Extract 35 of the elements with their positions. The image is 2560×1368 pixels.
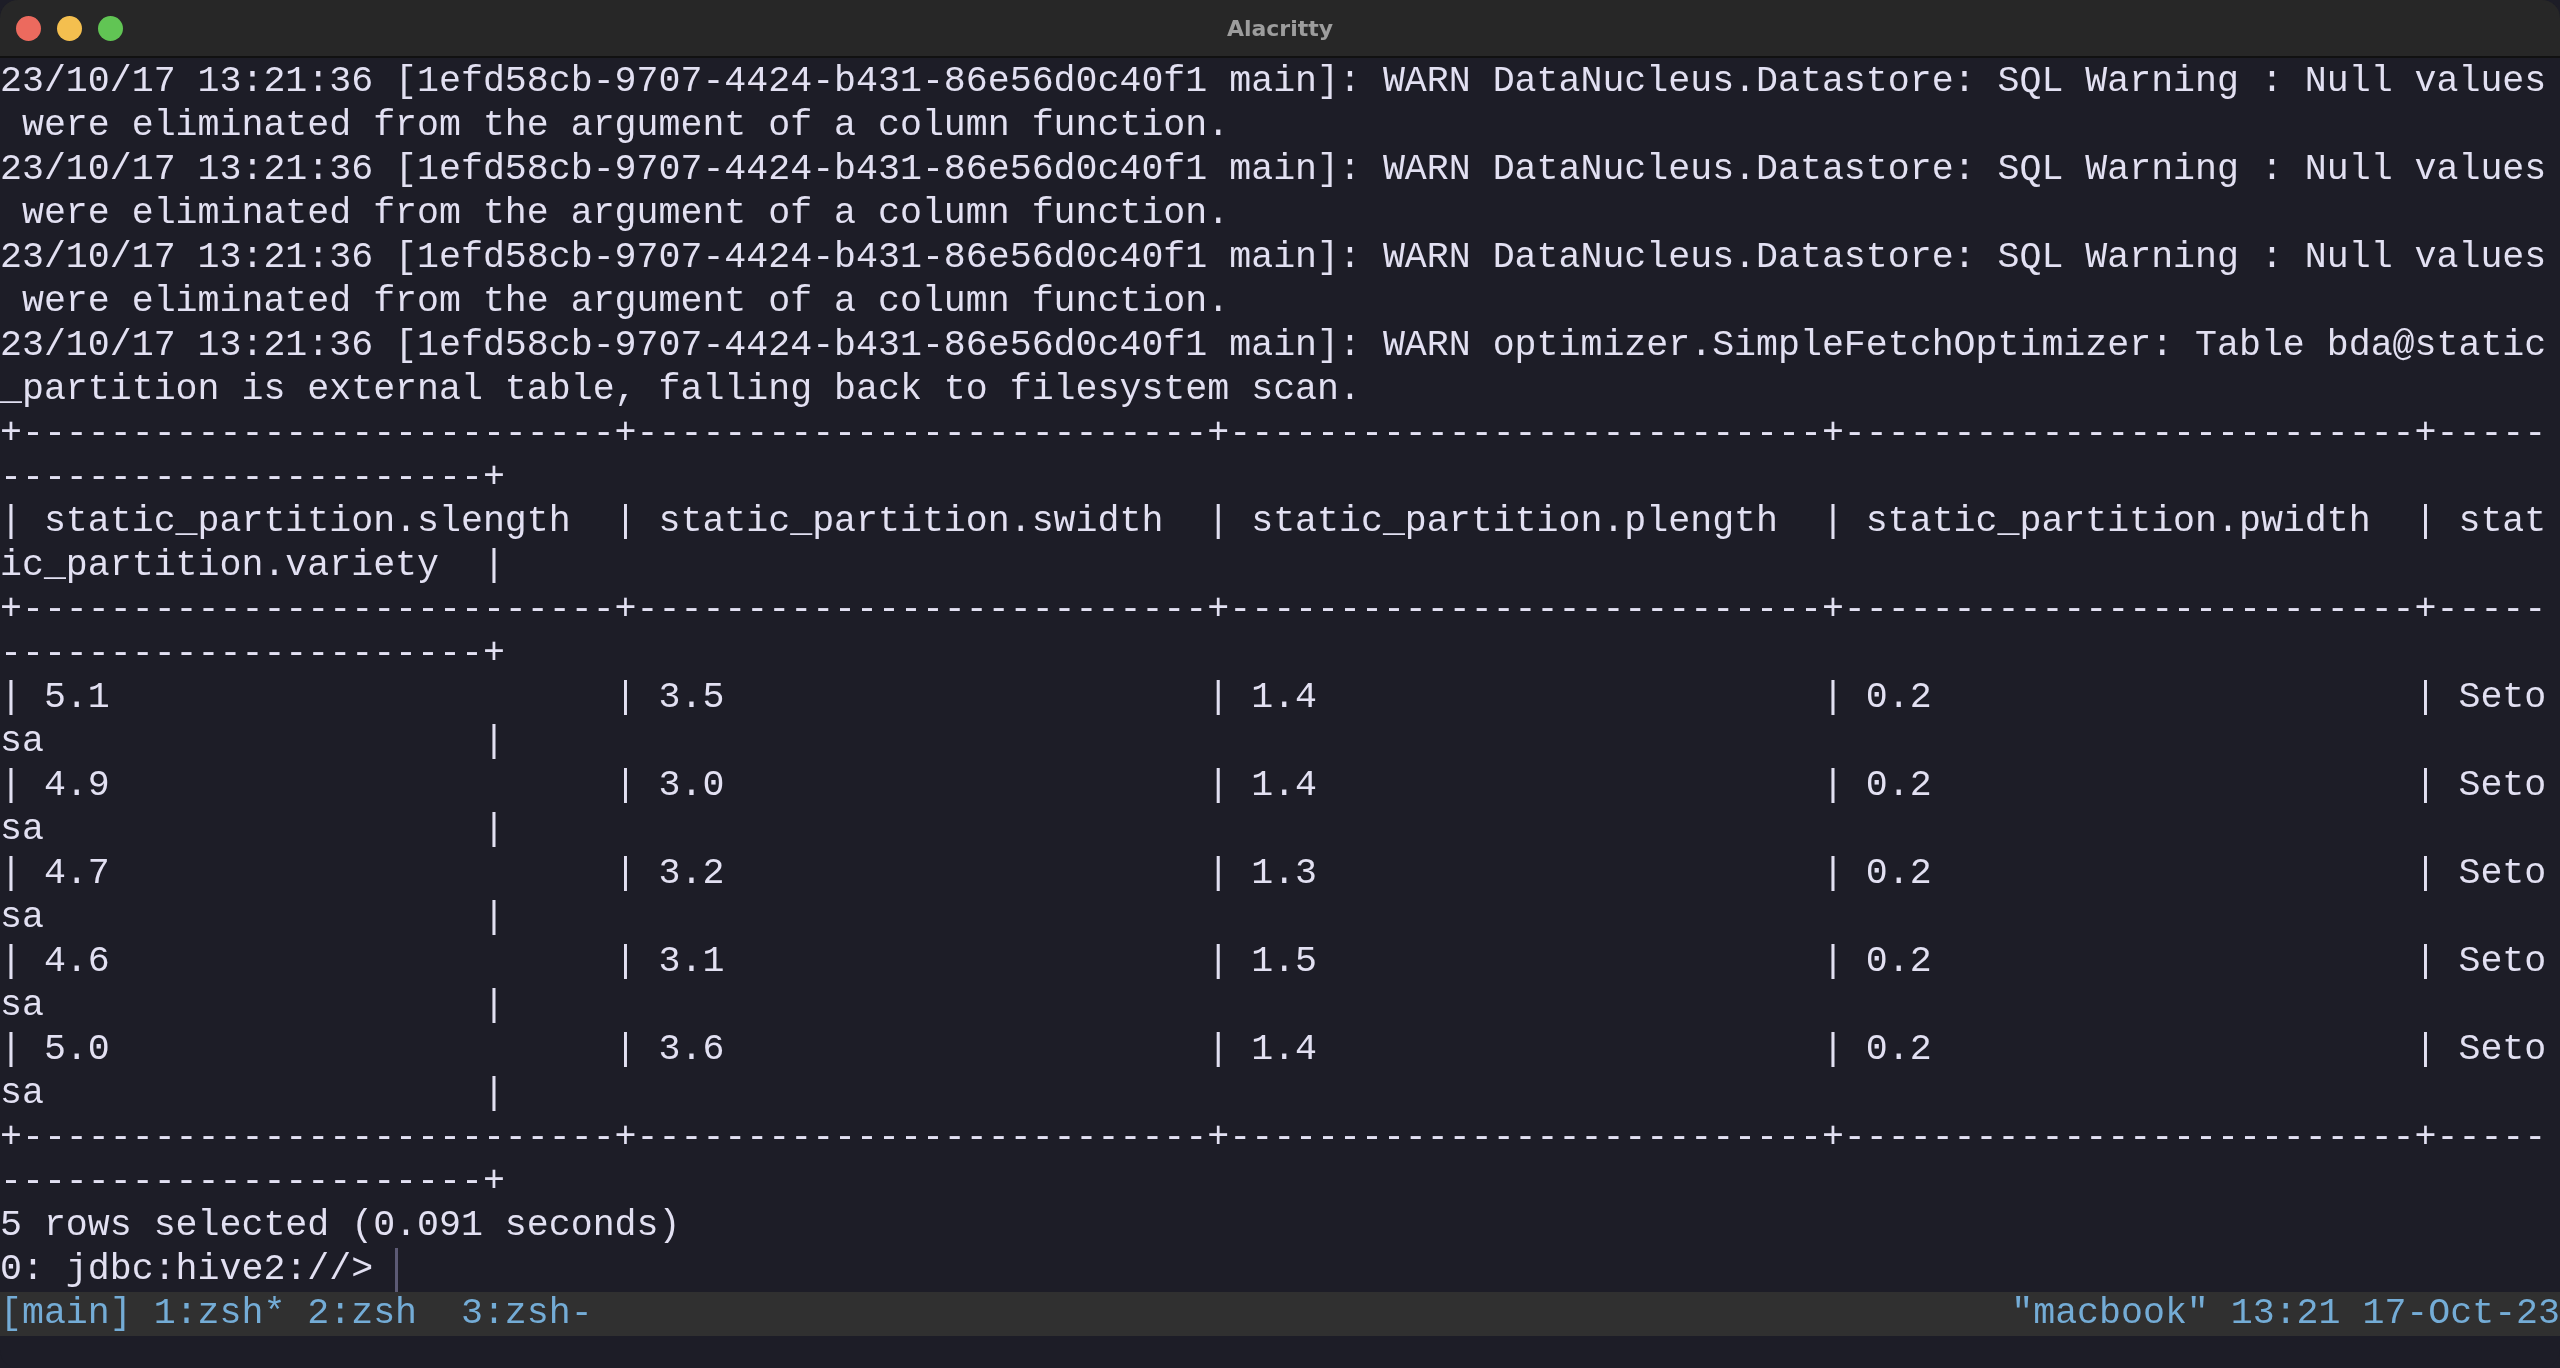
- text-cursor: [395, 1248, 399, 1292]
- tmux-window-list: [main] 1:zsh* 2:zsh 3:zsh-: [0, 1292, 593, 1336]
- terminal-line: | 5.1 | 3.5 | 1.4 | 0.2 | Seto: [0, 676, 2547, 720]
- terminal-line: 23/10/17 13:21:36 [1efd58cb-9707-4424-b431-86e56d0c40f1 main]: WARN DataNucleus.Datastore: SQL Warning : Null values: [0, 60, 2547, 104]
- terminal-line: ic_partition.variety |: [0, 544, 505, 588]
- terminal-line: +---------------------------+--------------------------+---------------------------+--------------------------+-----: [0, 588, 2547, 632]
- minimize-button[interactable]: [57, 16, 82, 41]
- terminal-line: sa |: [0, 720, 505, 764]
- terminal-line: | 4.7 | 3.2 | 1.3 | 0.2 | Seto: [0, 852, 2547, 896]
- terminal-line: | 4.9 | 3.0 | 1.4 | 0.2 | Seto: [0, 764, 2547, 808]
- terminal-line: | 5.0 | 3.6 | 1.4 | 0.2 | Seto: [0, 1028, 2547, 1072]
- terminal-line: 5 rows selected (0.091 seconds): [0, 1204, 681, 1248]
- terminal-line: | static_partition.slength | static_partition.swidth | static_partition.plength | static_partition.pwidth | stat: [0, 500, 2547, 544]
- command-prompt: 0: jdbc:hive2://>: [0, 1248, 374, 1292]
- window-title: Alacritty: [1226, 16, 1334, 41]
- terminal-line: sa |: [0, 1072, 505, 1116]
- terminal-line: were eliminated from the argument of a column function.: [20, 104, 1230, 148]
- terminal-line: ----------------------+: [0, 632, 505, 676]
- terminal-line: ----------------------+: [0, 1160, 505, 1204]
- close-button[interactable]: [16, 16, 41, 41]
- terminal-line: ----------------------+: [0, 456, 505, 500]
- terminal-line: sa |: [0, 896, 505, 940]
- terminal-line: sa |: [0, 808, 505, 852]
- terminal-line: 23/10/17 13:21:36 [1efd58cb-9707-4424-b431-86e56d0c40f1 main]: WARN DataNucleus.Datastore: SQL Warning : Null values: [0, 148, 2547, 192]
- terminal-line: were eliminated from the argument of a column function.: [20, 280, 1230, 324]
- terminal-line: sa |: [0, 984, 505, 1028]
- terminal-line: 23/10/17 13:21:36 [1efd58cb-9707-4424-b431-86e56d0c40f1 main]: WARN DataNucleus.Datastore: SQL Warning : Null values: [0, 236, 2547, 280]
- terminal-line: were eliminated from the argument of a column function.: [20, 192, 1230, 236]
- zoom-button[interactable]: [98, 16, 123, 41]
- terminal-line: _partition is external table, falling back to filesystem scan.: [0, 368, 1361, 412]
- terminal-line: 23/10/17 13:21:36 [1efd58cb-9707-4424-b431-86e56d0c40f1 main]: WARN optimizer.SimpleFetchOptimizer: Table bda@static: [0, 324, 2547, 368]
- terminal-line: +---------------------------+--------------------------+---------------------------+--------------------------+-----: [0, 412, 2547, 456]
- terminal-line: | 4.6 | 3.1 | 1.5 | 0.2 | Seto: [0, 940, 2547, 984]
- tmux-status-info: "macbook" 13:21 17-Oct-23: [2011, 1292, 2560, 1336]
- terminal-line: +---------------------------+--------------------------+---------------------------+--------------------------+-----: [0, 1116, 2547, 1160]
